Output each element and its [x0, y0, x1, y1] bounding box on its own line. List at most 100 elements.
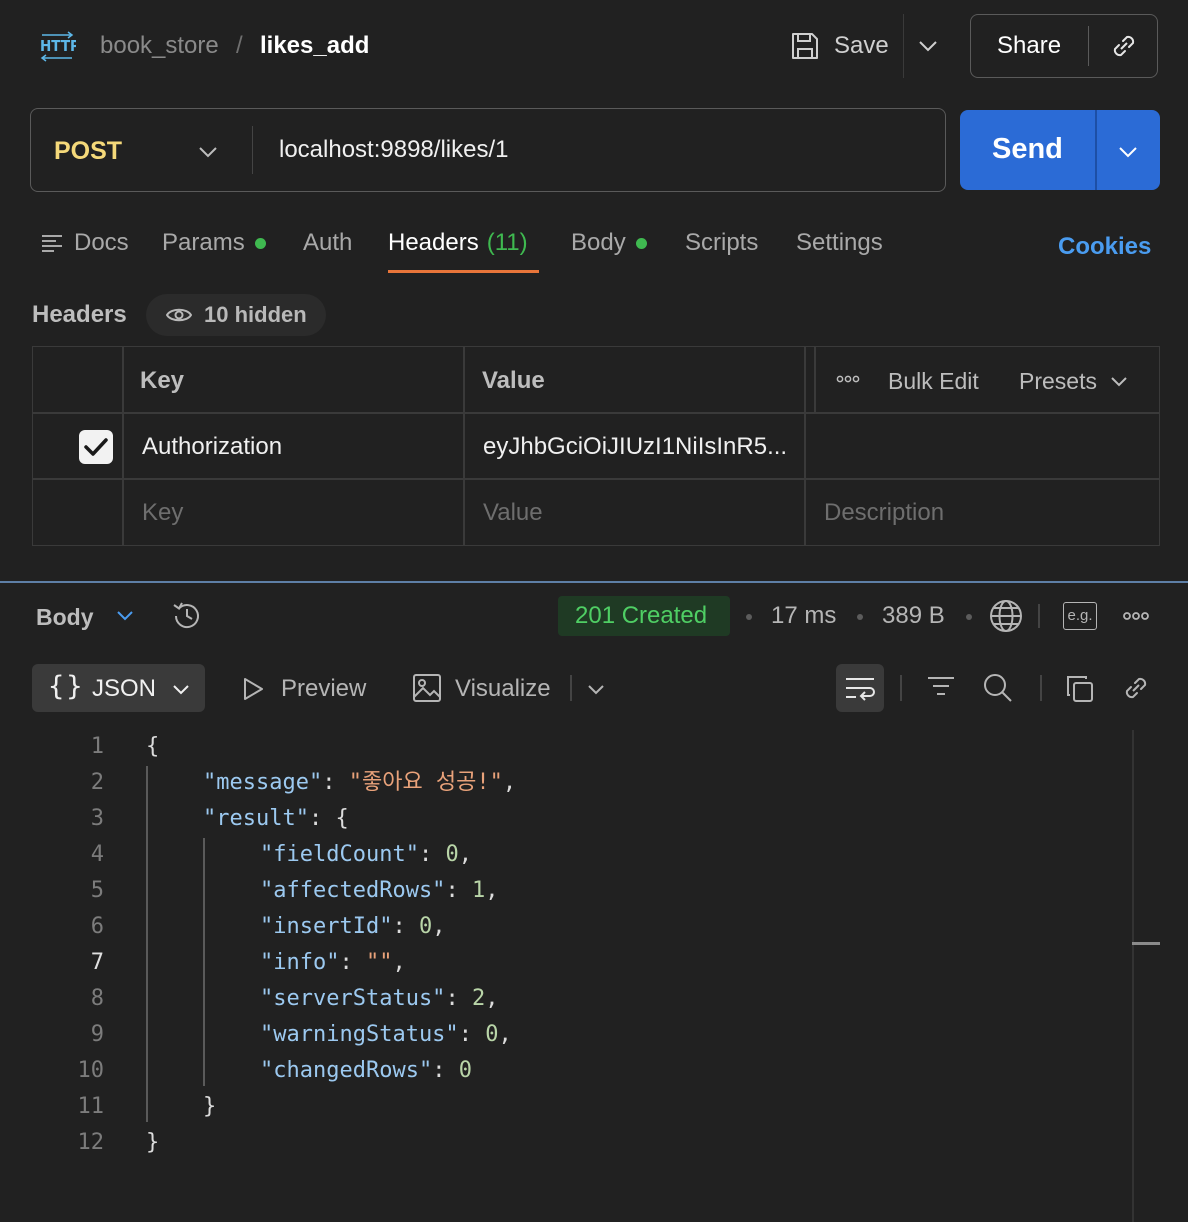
tab-count: (11) [486, 229, 528, 256]
tab-headers[interactable]: Headers (11) [388, 228, 528, 258]
scrollbar-thumb[interactable] [1132, 942, 1160, 945]
copy-icon[interactable] [1064, 673, 1096, 705]
save-button[interactable]: Save [790, 26, 889, 66]
code-line[interactable]: "result": { [203, 801, 349, 837]
check-icon [84, 438, 108, 456]
tab-label: Settings [796, 229, 883, 256]
divider [1038, 604, 1040, 628]
divider [1088, 26, 1089, 66]
code-line[interactable]: "warningStatus": 0, [260, 1017, 512, 1053]
scrollbar[interactable] [1132, 730, 1134, 1222]
http-icon: HTTP [38, 30, 76, 64]
request-name[interactable]: likes_add [260, 31, 369, 61]
more-options-icon[interactable] [1122, 609, 1152, 623]
header-value-cell[interactable]: eyJhbGciOiJIUzI1NiIsInR5... [483, 432, 795, 462]
globe-icon[interactable] [988, 598, 1024, 634]
chevron-down-icon [1111, 377, 1127, 387]
line-number: 4 [90, 842, 104, 867]
method-select[interactable]: POST [54, 136, 122, 166]
hidden-headers-toggle[interactable]: 10 hidden [146, 294, 326, 336]
tab-label: Auth [303, 229, 353, 256]
save-label: Save [834, 32, 889, 59]
wrap-icon [846, 678, 875, 701]
hidden-count: 10 hidden [204, 302, 307, 327]
preview-play-icon [240, 676, 266, 702]
breadcrumb-collection[interactable]: book_store [100, 31, 219, 61]
tab-scripts[interactable]: Scripts [685, 228, 758, 258]
tab-docs[interactable]: Docs [40, 228, 129, 258]
visualize-button[interactable]: Visualize [455, 674, 551, 704]
share-button[interactable]: Share [997, 31, 1061, 61]
svg-text:HTTP: HTTP [40, 37, 76, 55]
more-options-icon[interactable] [836, 372, 862, 386]
cookies-link[interactable]: Cookies [1058, 232, 1151, 262]
format-label: JSON [92, 675, 157, 702]
code-line[interactable]: { [146, 729, 159, 765]
line-number: 3 [90, 806, 104, 831]
url-input[interactable]: localhost:9898/likes/1 [279, 135, 508, 165]
breadcrumb-separator: / [236, 32, 243, 59]
code-line[interactable]: "serverStatus": 2, [260, 981, 498, 1017]
table-col-divider [122, 346, 124, 546]
separator-dot [857, 614, 863, 620]
code-line[interactable]: "changedRows": 0 [260, 1053, 472, 1089]
line-number: 10 [77, 1058, 105, 1083]
response-time[interactable]: 17 ms [771, 601, 836, 631]
active-tab-indicator [388, 270, 539, 273]
response-size[interactable]: 389 B [882, 601, 945, 631]
new-key-input[interactable]: Key [142, 498, 183, 528]
table-row-divider [32, 478, 1160, 480]
save-as-example-button[interactable]: e.g. [1063, 602, 1097, 630]
save-options-chevron-down-icon[interactable] [916, 34, 940, 58]
divider [570, 675, 572, 701]
preview-button[interactable]: Preview [281, 674, 366, 704]
new-value-input[interactable]: Value [483, 498, 543, 528]
separator-dot [746, 614, 752, 620]
line-number: 8 [90, 986, 104, 1011]
search-icon[interactable] [982, 672, 1014, 704]
code-line[interactable]: "fieldCount": 0, [260, 837, 472, 873]
status-code[interactable]: 201 Created [575, 601, 707, 631]
header-enabled-checkbox[interactable] [79, 430, 113, 464]
history-icon[interactable] [170, 599, 204, 633]
code-line[interactable]: "message": "좋아요 성공!", [203, 765, 516, 801]
link-icon[interactable] [1120, 672, 1152, 704]
bulk-edit-button[interactable]: Bulk Edit [888, 366, 979, 396]
line-number: 12 [77, 1130, 105, 1155]
table-col-divider [463, 346, 465, 546]
code-line[interactable]: } [146, 1125, 159, 1161]
divider [903, 14, 904, 78]
code-line[interactable]: "affectedRows": 1, [260, 873, 498, 909]
copy-link-icon[interactable] [1108, 30, 1140, 62]
divider [900, 675, 902, 701]
send-options-chevron-down-icon[interactable] [1116, 140, 1140, 164]
status-dot [635, 237, 647, 249]
docs-icon [42, 235, 62, 252]
presets-dropdown[interactable]: Presets [1019, 366, 1129, 396]
pane-resize-handle[interactable] [0, 581, 1188, 583]
code-line[interactable]: "insertId": 0, [260, 909, 445, 945]
tab-settings[interactable]: Settings [796, 228, 883, 258]
wrap-lines-button[interactable] [836, 664, 884, 712]
column-header-value: Value [482, 367, 545, 394]
tab-auth[interactable]: Auth [303, 228, 352, 258]
tab-params[interactable]: Params [162, 228, 266, 258]
line-number: 5 [90, 878, 104, 903]
divider [1040, 675, 1042, 701]
new-description-input[interactable]: Description [824, 498, 944, 528]
filter-icon[interactable] [926, 674, 956, 702]
divider [252, 126, 253, 174]
code-line[interactable]: "info": "", [260, 945, 406, 981]
code-line[interactable]: } [203, 1089, 216, 1125]
method-chevron-down-icon[interactable] [196, 140, 220, 164]
eye-icon [166, 308, 192, 322]
line-number: 9 [90, 1022, 104, 1047]
line-number: 1 [90, 734, 104, 759]
send-button[interactable]: Send [992, 132, 1063, 166]
visualize-chevron-down-icon[interactable] [585, 678, 607, 700]
tab-body[interactable]: Body [571, 228, 647, 258]
header-key-cell[interactable]: Authorization [142, 432, 282, 462]
response-chevron-down-icon[interactable] [114, 604, 136, 626]
response-body-label[interactable]: Body [36, 603, 94, 631]
presets-label: Presets [1019, 368, 1097, 394]
